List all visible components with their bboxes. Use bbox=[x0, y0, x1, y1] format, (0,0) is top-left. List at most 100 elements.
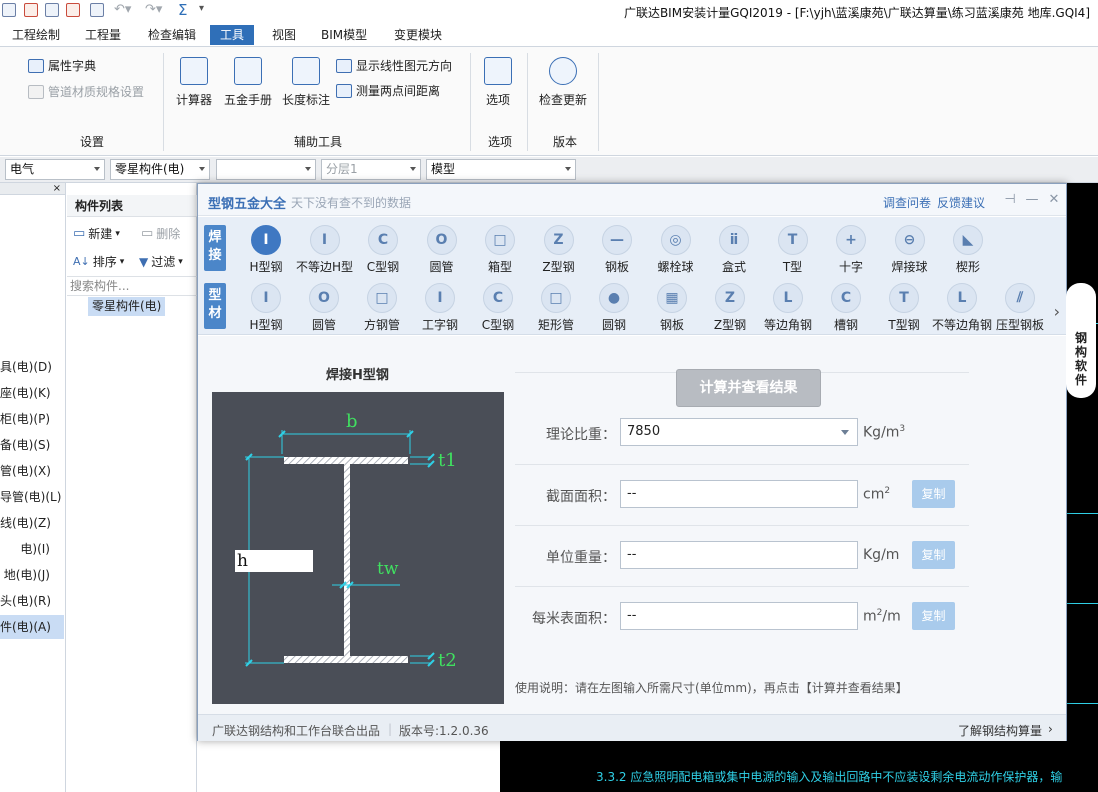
weld-shape-option[interactable]: — 钢板 bbox=[587, 225, 647, 275]
surface-area-field[interactable]: -- bbox=[620, 602, 858, 630]
panel-close-button[interactable]: × bbox=[0, 183, 65, 195]
profile-shape-option[interactable]: Z Z型钢 bbox=[700, 283, 760, 333]
weld-shape-option[interactable]: □ 箱型 bbox=[470, 225, 530, 275]
tree-item[interactable]: 具(电)(D) bbox=[0, 355, 64, 379]
delete-button[interactable]: ▭ 删除 bbox=[141, 225, 180, 242]
calculator-button[interactable]: 计算器 bbox=[175, 57, 213, 108]
weld-shape-option[interactable]: ⊖ 焊接球 bbox=[880, 225, 940, 275]
copy-surface-button[interactable]: 复制 bbox=[912, 602, 955, 630]
sum-icon[interactable]: Σ bbox=[178, 1, 187, 19]
survey-link[interactable]: 调查问卷 bbox=[883, 194, 931, 211]
show-direction-button[interactable]: 显示线性图元方向 bbox=[336, 57, 452, 74]
left-tree-panel: × 具(电)(D) 座(电)(K) 柜(电)(P) 备(电)(S) 管(电)(X) 导管(… bbox=[0, 183, 66, 792]
customize-quick-access-icon[interactable]: ▾ bbox=[199, 3, 204, 14]
hardware-manual-button[interactable]: 五金手册 bbox=[223, 57, 273, 108]
profile-shape-option[interactable]: C 槽钢 bbox=[816, 283, 876, 333]
property-dict-button[interactable]: 属性字典 bbox=[28, 57, 96, 74]
copy-area-button[interactable]: 复制 bbox=[912, 480, 955, 508]
unit-weight-field[interactable]: -- bbox=[620, 541, 858, 569]
redo-icon[interactable]: ↷▾ bbox=[145, 2, 162, 17]
sort-button[interactable]: A↓ 排序 ▾ bbox=[73, 253, 124, 270]
tab-check-edit[interactable]: 检查编辑 bbox=[138, 25, 206, 45]
tab-view[interactable]: 视图 bbox=[262, 25, 306, 45]
density-select[interactable]: 7850 bbox=[620, 418, 858, 446]
chevron-right-icon[interactable]: › bbox=[1054, 302, 1060, 321]
tab-draw[interactable]: 工程绘制 bbox=[2, 25, 70, 45]
category-profile[interactable]: 型 材 bbox=[204, 283, 226, 329]
profile-shape-option[interactable]: ⫽ 压型钢板 bbox=[990, 283, 1050, 333]
dialog-title-bar[interactable]: 型钢五金大全 天下没有查不到的数据 调查问卷 反馈建议 ⊣ — ✕ bbox=[198, 184, 1066, 216]
cad-viewport-edge[interactable] bbox=[1062, 183, 1098, 792]
tree-item[interactable]: 备(电)(S) bbox=[0, 433, 64, 457]
tab-change-module[interactable]: 变更模块 bbox=[384, 25, 452, 45]
tree-item[interactable]: 电)(I) bbox=[0, 537, 64, 561]
pipe-spec-button[interactable]: 管道材质规格设置 bbox=[28, 83, 144, 100]
h-dimension-input[interactable]: h bbox=[235, 550, 313, 572]
tree-item[interactable]: 管(电)(X) bbox=[0, 459, 64, 483]
weld-shape-option[interactable]: Z Z型钢 bbox=[529, 225, 589, 275]
tree-item[interactable]: 座(电)(K) bbox=[0, 381, 64, 405]
section-area-field[interactable]: -- bbox=[620, 480, 858, 508]
feedback-link[interactable]: 反馈建议 bbox=[937, 194, 985, 211]
copy-weight-button[interactable]: 复制 bbox=[912, 541, 955, 569]
component-select[interactable] bbox=[216, 159, 316, 180]
category-weld[interactable]: 焊 接 bbox=[204, 225, 226, 271]
undo-icon[interactable]: ↶▾ bbox=[114, 2, 131, 17]
tree-item[interactable]: 地(电)(J) bbox=[0, 563, 64, 587]
close-icon[interactable]: ✕ bbox=[1046, 192, 1062, 207]
split-icon[interactable] bbox=[90, 3, 104, 17]
profile-shape-option[interactable]: I H型钢 bbox=[236, 283, 296, 333]
weld-shape-option[interactable]: C C型钢 bbox=[353, 225, 413, 275]
save-icon[interactable] bbox=[2, 3, 16, 17]
tab-tools[interactable]: 工具 bbox=[210, 25, 255, 45]
weld-shape-option[interactable]: + 十字 bbox=[821, 225, 881, 275]
new-button[interactable]: ▭ 新建 ▾ bbox=[73, 225, 120, 242]
shape-icon: I bbox=[309, 225, 340, 255]
profile-shape-option[interactable]: C C型钢 bbox=[468, 283, 528, 333]
component-search-input[interactable]: 搜索构件... bbox=[67, 276, 197, 296]
measure-distance-button[interactable]: 测量两点间距离 bbox=[336, 82, 440, 99]
label-tw: tw bbox=[377, 559, 399, 579]
profile-shape-option[interactable]: T T型钢 bbox=[874, 283, 934, 333]
filter-button[interactable]: ▼ 过滤 ▾ bbox=[139, 253, 183, 270]
component-type-select[interactable]: 零星构件(电) bbox=[110, 159, 210, 180]
open-icon[interactable] bbox=[24, 3, 38, 17]
options-button[interactable]: 选项 bbox=[482, 57, 514, 108]
export-icon[interactable] bbox=[66, 3, 80, 17]
chevron-right-icon[interactable]: › bbox=[1048, 722, 1053, 736]
floor-layer-select[interactable]: 分层1 bbox=[321, 159, 421, 180]
length-dimension-button[interactable]: 长度标注 bbox=[281, 57, 331, 108]
mode-select[interactable]: 模型 bbox=[426, 159, 576, 180]
profile-shape-option[interactable]: L 等边角钢 bbox=[758, 283, 818, 333]
profile-shape-option[interactable]: ▦ 钢板 bbox=[642, 283, 702, 333]
tab-quantity[interactable]: 工程量 bbox=[75, 25, 131, 45]
tree-item[interactable]: 线(电)(Z) bbox=[0, 511, 64, 535]
minimize-icon[interactable]: — bbox=[1024, 192, 1040, 207]
profile-shape-option[interactable]: I 工字钢 bbox=[410, 283, 470, 333]
pin-icon[interactable]: ⊣ bbox=[1002, 192, 1018, 207]
profile-shape-option[interactable]: L 不等边角钢 bbox=[932, 283, 992, 333]
weld-shape-option[interactable]: ◎ 螺栓球 bbox=[646, 225, 706, 275]
tree-item[interactable]: 导管(电)(L) bbox=[0, 485, 64, 509]
calculate-button[interactable]: 计算并查看结果 bbox=[676, 369, 821, 407]
discipline-select[interactable]: 电气 bbox=[5, 159, 105, 180]
component-item[interactable]: 零星构件(电) bbox=[88, 297, 166, 316]
mascot-badge[interactable]: 钢 构 软 件 bbox=[1066, 283, 1096, 398]
weld-shape-option[interactable]: I 不等边H型 bbox=[295, 225, 355, 275]
profile-shape-option[interactable]: ● 圆钢 bbox=[584, 283, 644, 333]
tree-item[interactable]: 柜(电)(P) bbox=[0, 407, 64, 431]
profile-shape-option[interactable]: O 圆管 bbox=[294, 283, 354, 333]
learn-more-link[interactable]: 了解钢结构算量 bbox=[958, 722, 1042, 739]
weld-shape-option[interactable]: T T型 bbox=[763, 225, 823, 275]
tree-item[interactable]: 头(电)(R) bbox=[0, 589, 64, 613]
weld-shape-option[interactable]: O 圆管 bbox=[412, 225, 472, 275]
tab-bim-model[interactable]: BIM模型 bbox=[311, 25, 377, 45]
table-icon[interactable] bbox=[45, 3, 59, 17]
tree-item[interactable]: 件(电)(A) bbox=[0, 615, 64, 639]
profile-shape-option[interactable]: □ 矩形管 bbox=[526, 283, 586, 333]
weld-shape-option[interactable]: ⅱ 盒式 bbox=[704, 225, 764, 275]
profile-shape-option[interactable]: □ 方钢管 bbox=[352, 283, 412, 333]
weld-shape-option[interactable]: ◣ 楔形 bbox=[938, 225, 998, 275]
check-update-button[interactable]: 检查更新 bbox=[538, 57, 588, 108]
weld-shape-option[interactable]: I H型钢 bbox=[236, 225, 296, 275]
